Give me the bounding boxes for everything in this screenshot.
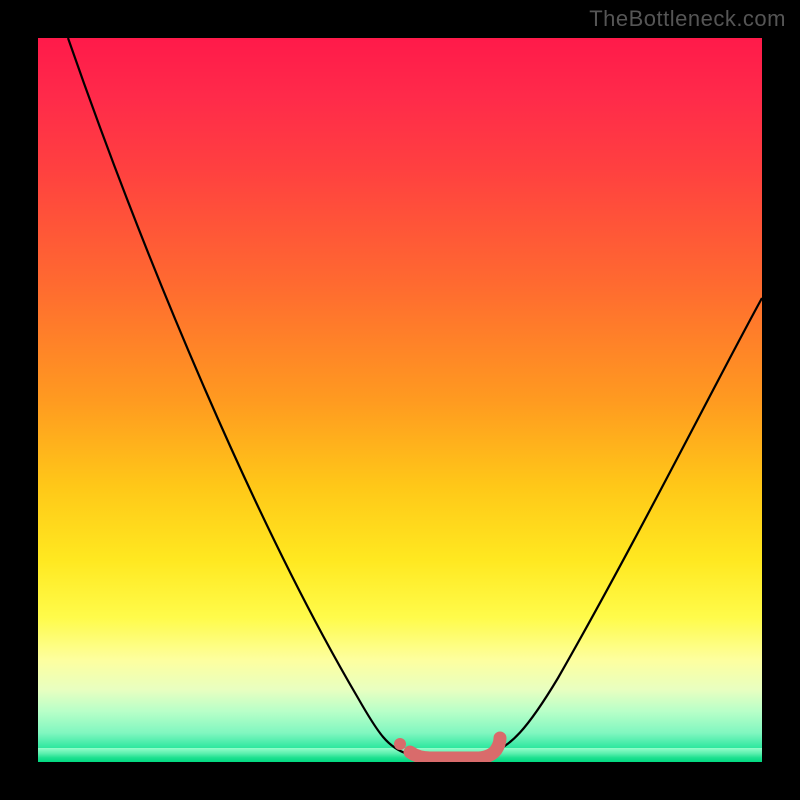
chart-stage: TheBottleneck.com (0, 0, 800, 800)
watermark-text: TheBottleneck.com (589, 6, 786, 32)
optimal-range-highlight (410, 738, 500, 758)
optimal-range-start-marker-icon (394, 738, 406, 750)
curve-layer (38, 38, 762, 762)
plot-area (38, 38, 762, 762)
bottleneck-curve (68, 38, 762, 754)
